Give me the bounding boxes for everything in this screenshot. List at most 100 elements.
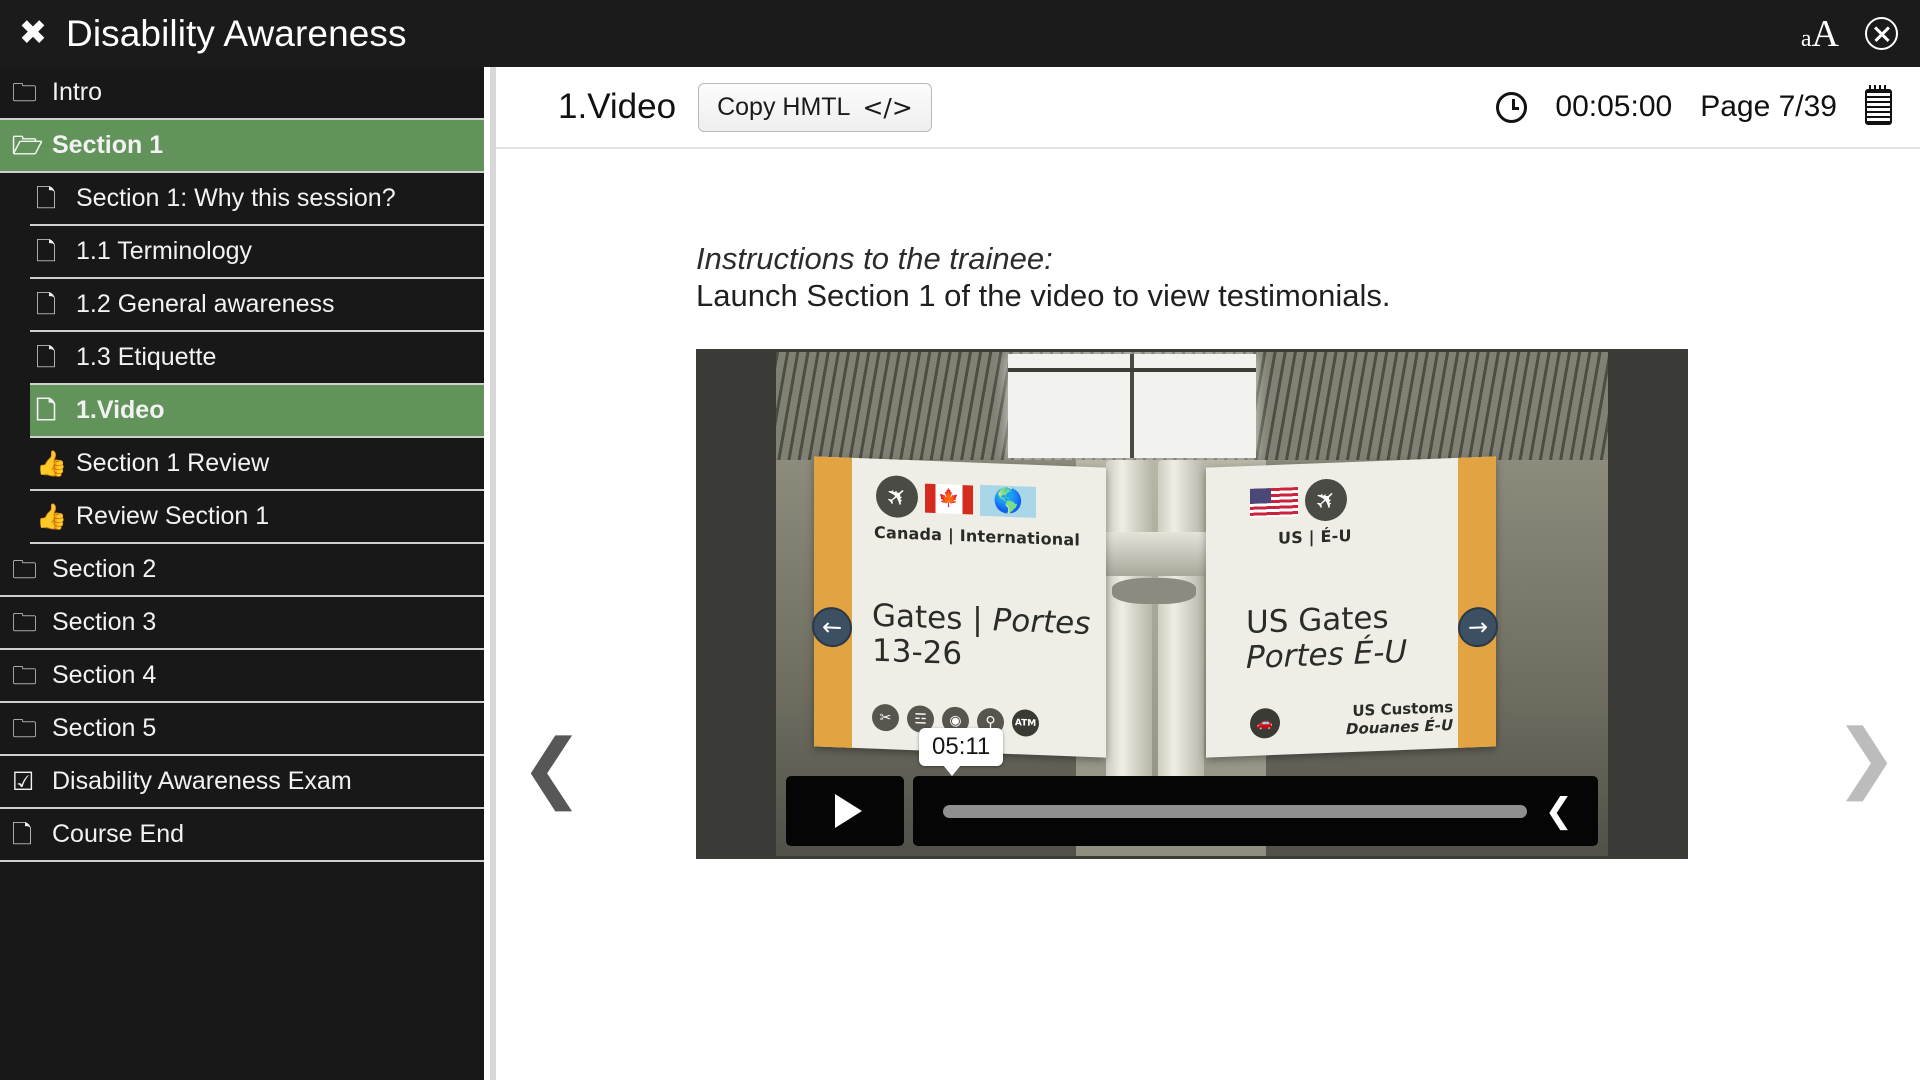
chevron-left-icon[interactable]: ❮ bbox=[1545, 794, 1574, 828]
sidebar-item-1-1-terminology[interactable]: 🗋 1.1 Terminology bbox=[30, 226, 484, 279]
airport-sign-right: → US | É-U US Gates Portes É-U bbox=[1206, 456, 1498, 758]
copy-html-button[interactable]: Copy HMTL </> bbox=[698, 82, 932, 132]
main-content-inner: 1.Video Copy HMTL </> 00:05:00 Page 7/39… bbox=[490, 67, 1920, 1080]
sign-left-main-text: Gates | Portes 13-26 bbox=[872, 598, 1091, 677]
video-column-cap bbox=[1098, 532, 1210, 576]
amenity-icon-0: ✂ bbox=[872, 703, 899, 732]
page-icon: 🗋 bbox=[36, 396, 57, 425]
sidebar-item-label: Section 4 bbox=[52, 661, 157, 689]
canada-flag-icon bbox=[925, 483, 973, 514]
sidebar-item-1-3-etiquette[interactable]: 🗋 1.3 Etiquette bbox=[30, 332, 484, 385]
instructions-body: Launch Section 1 of the video to view te… bbox=[696, 277, 1391, 313]
video-skylight bbox=[1008, 354, 1256, 458]
usa-flag-icon bbox=[1250, 486, 1298, 518]
close-x-icon[interactable]: ✖ bbox=[16, 16, 50, 51]
sidebar-item-label: Section 3 bbox=[52, 608, 157, 636]
video-frame: ← Canada | International Gates | Portes … bbox=[776, 352, 1608, 856]
amenity-icon-4: ATM bbox=[1012, 708, 1039, 738]
sidebar-item-label: 1.3 Etiquette bbox=[76, 343, 217, 371]
font-size-toggle[interactable]: aA bbox=[1801, 12, 1839, 56]
close-circle-icon[interactable] bbox=[1865, 17, 1898, 50]
font-size-small-label: a bbox=[1800, 25, 1812, 52]
sidebar-item-disability-awareness-exam[interactable]: ☑ Disability Awareness Exam bbox=[0, 756, 484, 809]
sign-right-orange-band bbox=[1458, 456, 1496, 748]
instructions-block: Instructions to the trainee: Launch Sect… bbox=[696, 241, 1696, 314]
plane-icon bbox=[876, 474, 918, 519]
copy-html-label: Copy HMTL bbox=[717, 92, 851, 121]
content-body: Instructions to the trainee: Launch Sect… bbox=[496, 149, 1920, 1080]
sidebar-item-label: Section 2 bbox=[52, 555, 157, 583]
video-ceiling bbox=[776, 352, 1608, 460]
sign-right-main-text: US Gates Portes É-U bbox=[1246, 600, 1407, 676]
font-size-large-label: A bbox=[1811, 12, 1839, 55]
course-title: Disability Awareness bbox=[66, 12, 407, 54]
page-title: 1.Video bbox=[558, 87, 677, 126]
sign-right-header-icons bbox=[1250, 478, 1347, 524]
sidebar-item-section-1[interactable]: 🗁 Section 1 bbox=[0, 120, 484, 173]
sidebar-item-section-2[interactable]: 🗀 Section 2 bbox=[0, 544, 484, 597]
notepad-icon[interactable] bbox=[1865, 85, 1892, 125]
seek-panel: 05:11 ❮ bbox=[913, 728, 1598, 846]
folder-closed-icon: 🗀 bbox=[12, 78, 38, 107]
course-player: ✖ Disability Awareness aA 🗀 Intro 🗁 Section… bbox=[0, 0, 1920, 1080]
sidebar-item-1-video[interactable]: 🗋 1.Video bbox=[30, 385, 484, 438]
sidebar-item-1-2-general-awareness[interactable]: 🗋 1.2 General awareness bbox=[30, 279, 484, 332]
customs-line2: Douanes É-U bbox=[1346, 716, 1454, 739]
sign-right-caption: US | É-U bbox=[1278, 525, 1352, 548]
folder-open-icon: 🗁 bbox=[12, 131, 44, 160]
toolbar-status-group: 00:05:00 Page 7/39 bbox=[1496, 85, 1892, 125]
instructions-heading: Instructions to the trainee: bbox=[696, 241, 1053, 276]
next-page-button[interactable]: ❯ bbox=[1834, 719, 1898, 795]
video-column-left bbox=[1106, 460, 1152, 790]
sidebar-item-label: Section 1: Why this session? bbox=[76, 184, 396, 212]
sidebar-item-label: 1.2 General awareness bbox=[76, 290, 335, 318]
sign-left-orange-band bbox=[814, 456, 852, 748]
sign-left-arrow-icon: ← bbox=[812, 606, 852, 648]
sidebar-item-review-section-1[interactable]: 👍 Review Section 1 bbox=[30, 491, 484, 544]
sidebar-item-course-end[interactable]: 🗋 Course End bbox=[0, 809, 484, 862]
plane-icon bbox=[1305, 478, 1347, 522]
customs-icon: 🚗 bbox=[1250, 707, 1280, 739]
folder-closed-icon: 🗀 bbox=[12, 608, 38, 637]
content-toolbar: 1.Video Copy HMTL </> 00:05:00 Page 7/39 bbox=[496, 67, 1920, 147]
customs-text: US Customs Douanes É-U bbox=[1346, 698, 1453, 738]
sign-right-line2: Portes É-U bbox=[1246, 633, 1408, 676]
page-icon: 🗋 bbox=[12, 820, 33, 849]
video-column-right bbox=[1158, 460, 1204, 790]
sidebar-item-section-5[interactable]: 🗀 Section 5 bbox=[0, 703, 484, 756]
sign-left-line2: 13-26 bbox=[872, 632, 963, 672]
session-timer: 00:05:00 bbox=[1555, 90, 1673, 123]
page-icon: 🗋 bbox=[36, 290, 57, 319]
video-player[interactable]: ← Canada | International Gates | Portes … bbox=[696, 349, 1688, 859]
sidebar-item-intro[interactable]: 🗀 Intro bbox=[0, 67, 484, 120]
video-column-cap-lower bbox=[1112, 578, 1196, 604]
sidebar-item-section-1-review[interactable]: 👍 Section 1 Review bbox=[30, 438, 484, 491]
video-controls: 05:11 ❮ bbox=[776, 728, 1608, 846]
folder-closed-icon: 🗀 bbox=[12, 555, 38, 584]
top-bar: ✖ Disability Awareness aA bbox=[0, 0, 1920, 67]
previous-page-button[interactable]: ❮ bbox=[520, 729, 584, 805]
sidebar-item-label: 1.Video bbox=[76, 396, 165, 424]
sign-left-line1-italic: Portes bbox=[992, 602, 1091, 643]
sign-left-header-icons bbox=[876, 474, 1036, 523]
globe-icon bbox=[980, 484, 1036, 518]
sidebar-item-label: Course End bbox=[52, 820, 185, 848]
thumbs-up-icon: 👍 bbox=[36, 502, 68, 531]
sidebar-item-label: Section 1 Review bbox=[76, 449, 270, 477]
sidebar-item-label: Intro bbox=[52, 78, 103, 106]
clock-icon bbox=[1496, 91, 1528, 123]
play-button[interactable] bbox=[786, 776, 904, 846]
sidebar-item-label: Review Section 1 bbox=[76, 502, 270, 530]
sidebar-item-section-1-why-this-session[interactable]: 🗋 Section 1: Why this session? bbox=[30, 173, 484, 226]
checkbox-checked-icon: ☑ bbox=[12, 767, 35, 796]
sidebar-item-section-4[interactable]: 🗀 Section 4 bbox=[0, 650, 484, 703]
time-tooltip: 05:11 bbox=[919, 728, 1004, 776]
course-outline-sidebar[interactable]: 🗀 Intro 🗁 Section 1 🗋 Section 1: Why this ses… bbox=[0, 67, 484, 1080]
seek-bar[interactable] bbox=[943, 804, 1527, 818]
sidebar-item-section-3[interactable]: 🗀 Section 3 bbox=[0, 597, 484, 650]
page-icon: 🗋 bbox=[36, 184, 57, 213]
sign-right-customs-row: 🚗 US Customs Douanes É-U bbox=[1250, 698, 1453, 742]
play-icon bbox=[834, 794, 862, 828]
folder-closed-icon: 🗀 bbox=[12, 714, 38, 743]
page-counter: Page 7/39 bbox=[1700, 90, 1837, 123]
